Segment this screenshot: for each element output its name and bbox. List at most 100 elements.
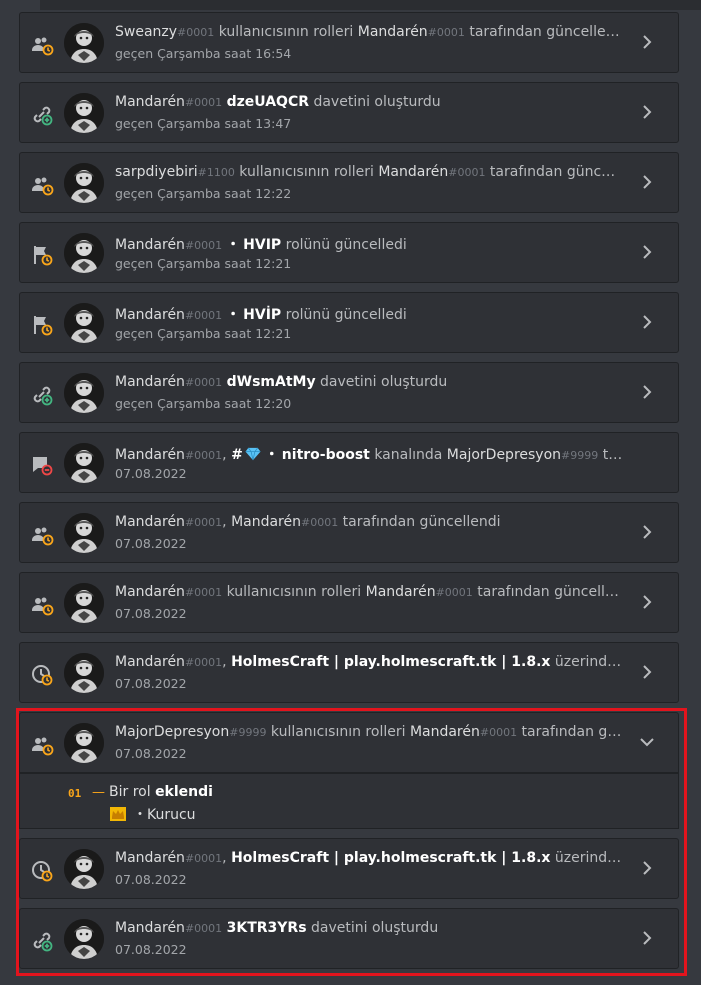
entry-summary: Mandarén#0001 dzeUAQCR davetini oluşturd… xyxy=(115,94,623,110)
discriminator: #9999 xyxy=(229,726,267,739)
invite-create-icon xyxy=(30,929,54,953)
audit-log-entry[interactable]: Mandarén#0001 3KTR3YRs davetini oluşturd… xyxy=(19,908,679,969)
username: Mandarén xyxy=(409,724,480,740)
username: Mandarén xyxy=(115,374,185,390)
avatar xyxy=(64,723,104,763)
discriminator: #9999 xyxy=(561,449,599,462)
entry-summary: Mandarén#0001, HolmesCraft | play.holmes… xyxy=(115,654,623,670)
chevron-right-icon[interactable] xyxy=(639,664,655,680)
chevron-right-icon[interactable] xyxy=(639,524,655,540)
discriminator: #0001 xyxy=(184,586,223,599)
summary-text: , xyxy=(222,850,232,866)
summary-text: üzerinde değişikli... xyxy=(554,850,623,866)
guild-update-icon xyxy=(30,663,54,687)
username: Mandarén xyxy=(115,514,185,530)
target-name: 3KTR3YRs xyxy=(226,920,307,936)
entry-timestamp: geçen Çarşamba saat 12:21 xyxy=(115,256,292,271)
discriminator: #0001 xyxy=(427,26,465,39)
target-name: nitro-boost xyxy=(281,447,370,463)
summary-text: tarafından günce... xyxy=(521,724,623,740)
guild-update-icon xyxy=(30,859,54,883)
member-roles-update-icon xyxy=(30,733,54,757)
avatar xyxy=(64,163,104,203)
chevron-down-icon[interactable] xyxy=(639,734,655,750)
username: Mandarén xyxy=(115,237,185,253)
audit-log-entry[interactable]: Sweanzy#0001 kullanıcısının rolleri Mand… xyxy=(19,12,679,73)
entry-timestamp: 07.08.2022 xyxy=(115,536,187,551)
username: Mandarén xyxy=(115,654,185,670)
entry-summary: Sweanzy#0001 kullanıcısının rolleri Mand… xyxy=(115,24,623,40)
summary-text: ・ xyxy=(264,447,279,463)
entry-summary: Mandarén#0001, HolmesCraft | play.holmes… xyxy=(115,850,623,866)
audit-log-entry[interactable]: Mandarén#0001 dzeUAQCR davetini oluşturd… xyxy=(19,82,679,143)
discriminator: #0001 xyxy=(184,376,223,389)
entry-summary: Mandarén#0001 ・ HVİP rolünü güncelledi xyxy=(115,304,623,324)
change-number: 01 xyxy=(68,787,82,800)
audit-log-entry[interactable]: Mandarén#0001 ・ HVIP rolünü güncelledi geçe… xyxy=(19,222,679,283)
audit-log-entry[interactable]: Mandarén#0001 ・ HVİP rolünü güncelledi geçe… xyxy=(19,292,679,353)
change-action: Bir rol xyxy=(109,784,156,800)
entry-summary: MajorDepresyon#9999 kullanıcısının rolle… xyxy=(115,724,623,740)
change-action-bold: eklendi xyxy=(155,784,213,800)
avatar xyxy=(64,93,104,133)
summary-text: davetini oluşturdu xyxy=(309,94,441,110)
audit-log-entry[interactable]: sarpdiyebiri#1100 kullanıcısının rolleri… xyxy=(19,152,679,213)
avatar xyxy=(64,849,104,889)
username: Mandarén xyxy=(365,584,436,600)
summary-text: davetini oluşturdu xyxy=(315,374,448,390)
chevron-right-icon[interactable] xyxy=(639,314,655,330)
username: MajorDepresyon xyxy=(446,447,562,463)
member-roles-update-icon xyxy=(30,33,54,57)
avatar xyxy=(64,303,104,343)
avatar xyxy=(64,653,104,693)
role-separator: ・ xyxy=(133,807,147,823)
audit-log-entry[interactable]: MajorDepresyon#9999 kullanıcısının rolle… xyxy=(19,712,679,773)
summary-text: tarafından güncellendi xyxy=(489,164,623,180)
avatar xyxy=(64,919,104,959)
entry-timestamp: geçen Çarşamba saat 12:21 xyxy=(115,326,292,341)
audit-log-entry[interactable]: Mandarén#0001, HolmesCraft | play.holmes… xyxy=(19,838,679,899)
username: Mandarén xyxy=(357,24,428,40)
chevron-right-icon[interactable] xyxy=(639,34,655,50)
username: Mandarén xyxy=(115,920,185,936)
entry-timestamp: 07.08.2022 xyxy=(115,676,187,691)
audit-log-entry[interactable]: Mandarén#0001, # ・ nitro-boost kanalında M… xyxy=(19,432,679,493)
summary-text: , xyxy=(222,514,232,530)
summary-text: tarafın... xyxy=(602,447,623,463)
change-dash: — xyxy=(92,785,105,800)
chevron-right-icon[interactable] xyxy=(639,104,655,120)
chevron-right-icon[interactable] xyxy=(639,930,655,946)
entry-timestamp: 07.08.2022 xyxy=(115,466,187,481)
username: sarpdiyebiri xyxy=(115,164,198,180)
entry-summary: Mandarén#0001 3KTR3YRs davetini oluşturd… xyxy=(115,920,623,936)
entry-details: 01 — Bir rol eklendi ・Kurucu xyxy=(19,773,679,829)
discriminator: #0001 xyxy=(184,656,223,669)
role-update-icon xyxy=(30,313,54,337)
username: Mandarén xyxy=(231,514,301,530)
target-name: HVİP xyxy=(243,307,282,323)
chevron-right-icon[interactable] xyxy=(639,244,655,260)
summary-text: , xyxy=(222,654,232,670)
summary-text: üzerinde değişikli... xyxy=(554,654,623,670)
chevron-right-icon[interactable] xyxy=(639,860,655,876)
audit-log-entry[interactable]: Mandarén#0001 kullanıcısının rolleri Man… xyxy=(19,572,679,633)
discriminator: #0001 xyxy=(479,726,518,739)
username: Mandarén xyxy=(115,307,185,323)
audit-log-entry[interactable]: Mandarén#0001, Mandarén#0001 tarafından … xyxy=(19,502,679,563)
discriminator: #0001 xyxy=(184,852,223,865)
summary-text: , xyxy=(222,447,232,463)
audit-log-list: Sweanzy#0001 kullanıcısının rolleri Mand… xyxy=(19,12,679,978)
summary-text: kullanıcısının rolleri xyxy=(214,24,358,40)
discriminator: #0001 xyxy=(184,239,223,252)
audit-log-entry[interactable]: Mandarén#0001 dWsmAtMy davetini oluşturd… xyxy=(19,362,679,423)
username: MajorDepresyon xyxy=(115,724,230,740)
audit-log-entry[interactable]: Mandarén#0001, HolmesCraft | play.holmes… xyxy=(19,642,679,703)
entry-timestamp: geçen Çarşamba saat 13:47 xyxy=(115,116,292,131)
chevron-right-icon[interactable] xyxy=(639,384,655,400)
member-roles-update-icon xyxy=(30,523,54,547)
summary-text: tarafından güncellendi xyxy=(464,24,623,40)
summary-text: tarafından güncellendi xyxy=(472,584,623,600)
username: Mandarén xyxy=(115,447,185,463)
chevron-right-icon[interactable] xyxy=(639,174,655,190)
chevron-right-icon[interactable] xyxy=(639,594,655,610)
